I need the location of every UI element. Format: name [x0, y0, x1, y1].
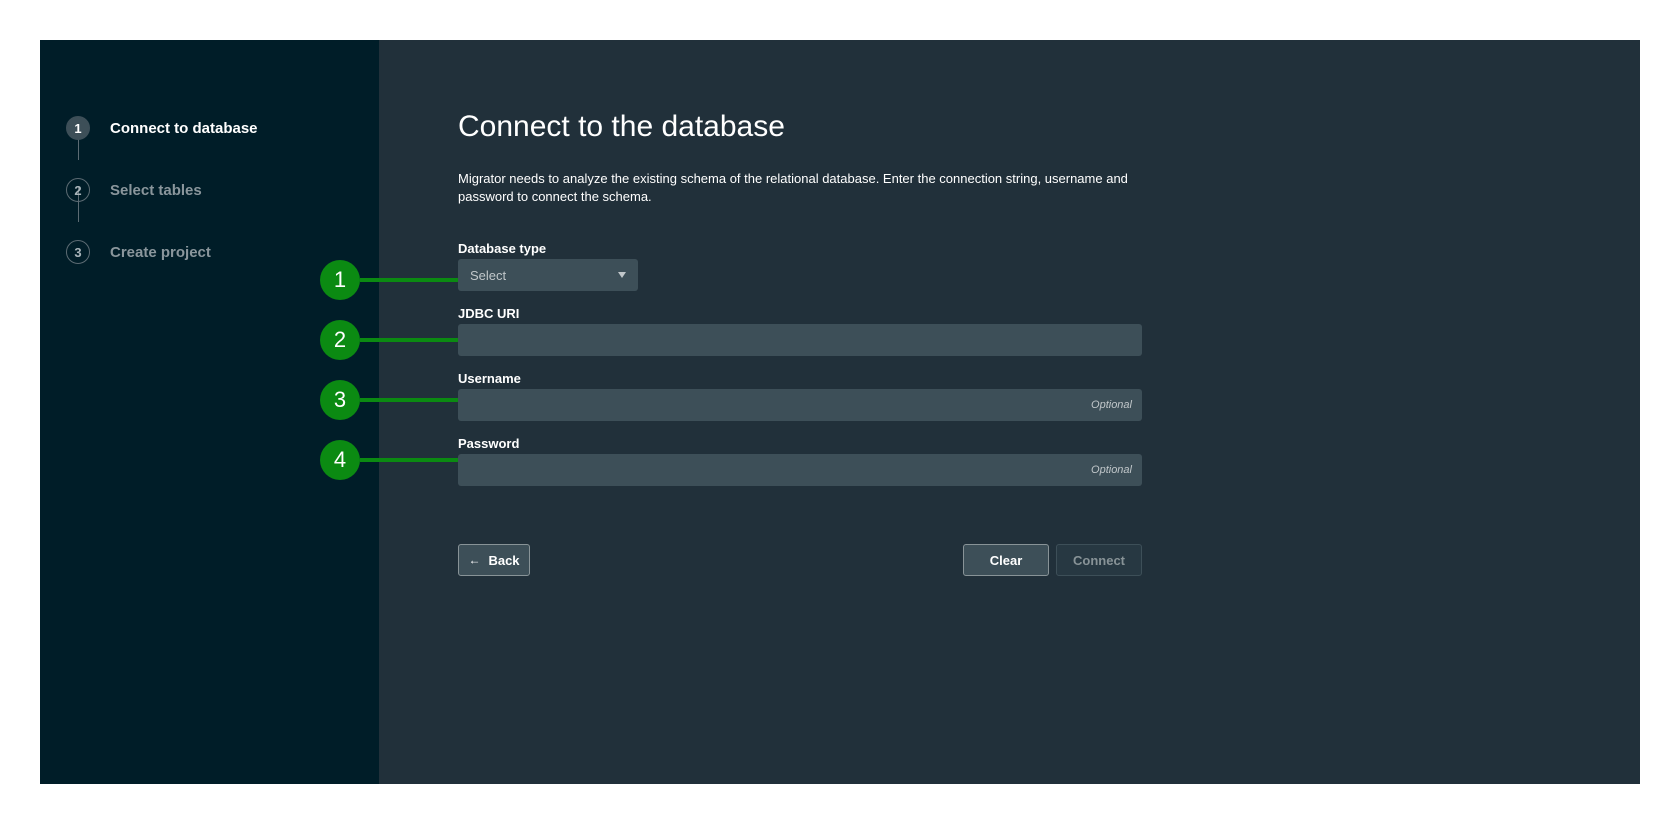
username-input[interactable]: Optional: [458, 389, 1142, 421]
password-label: Password: [458, 436, 520, 451]
callout-leader-line: [360, 338, 458, 342]
step-label: Select tables: [110, 181, 202, 199]
clear-button[interactable]: Clear: [963, 544, 1049, 576]
username-label: Username: [458, 371, 521, 386]
database-type-value: Select: [470, 267, 507, 283]
callout-number: 3: [320, 380, 360, 420]
step-number: 2: [66, 178, 90, 202]
password-input[interactable]: Optional: [458, 454, 1142, 486]
step-label: Create project: [110, 243, 211, 261]
clear-button-label: Clear: [989, 552, 1023, 568]
page-title: Connect to the database: [458, 110, 785, 143]
arrow-left-icon: ←: [468, 553, 481, 567]
callout-leader-line: [360, 398, 458, 402]
jdbc-uri-label: JDBC URI: [458, 306, 520, 321]
step-number: 1: [66, 116, 90, 140]
step-label: Connect to database: [110, 119, 258, 137]
database-type-select[interactable]: Select: [458, 259, 638, 291]
jdbc-uri-input[interactable]: [458, 324, 1142, 356]
back-button-label: Back: [488, 552, 520, 568]
step-create-project[interactable]: 3 Create project: [66, 239, 211, 265]
database-type-label: Database type: [458, 241, 547, 256]
password-optional-hint: Optional: [1091, 464, 1132, 476]
chevron-down-icon: [618, 272, 626, 278]
step-connect-to-database[interactable]: 1 Connect to database: [66, 115, 258, 141]
callout-number: 1: [320, 260, 360, 300]
callout-leader-line: [360, 278, 458, 282]
connect-button-label: Connect: [1073, 552, 1125, 568]
app-window: 1 Connect to database 2 Select tables 3 …: [40, 40, 1640, 784]
page-description: Migrator needs to analyze the existing s…: [458, 171, 1128, 204]
callout-leader-line: [360, 458, 458, 462]
username-optional-hint: Optional: [1091, 399, 1132, 411]
callout-number: 4: [320, 440, 360, 480]
step-number: 3: [66, 240, 90, 264]
callout-number: 2: [320, 320, 360, 360]
back-button[interactable]: ← Back: [458, 544, 530, 576]
connect-button[interactable]: Connect: [1056, 544, 1142, 576]
step-select-tables[interactable]: 2 Select tables: [66, 177, 202, 203]
